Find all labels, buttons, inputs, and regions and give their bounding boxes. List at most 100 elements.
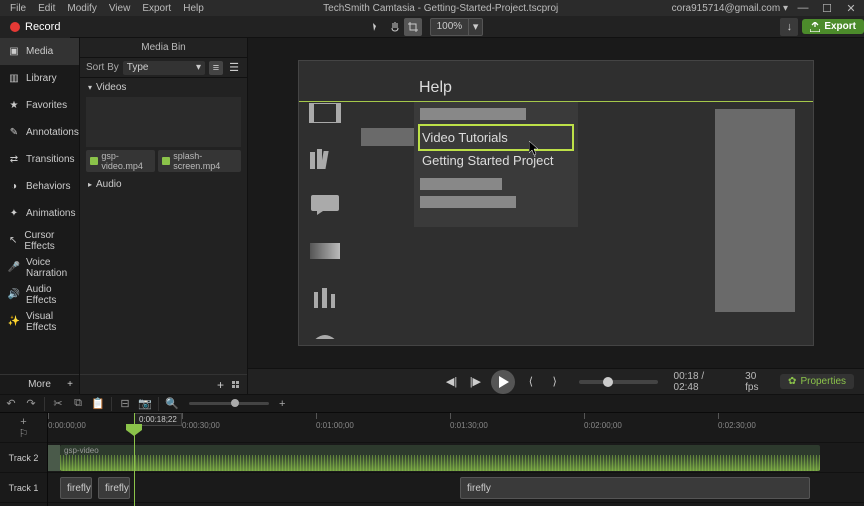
zoom-value: 100% [431, 21, 469, 32]
timeline-toolbar: ↶ ↷ ✂ ⧉ 📋 ⊟ 📷 🔍 + [0, 395, 864, 413]
annotation-clip[interactable]: firefly [98, 477, 130, 499]
books-icon [309, 147, 341, 171]
camera-button[interactable]: 📷 [138, 397, 152, 411]
zoom-to-fit-button[interactable]: 🔍 [165, 397, 179, 411]
view-grid-button[interactable] [232, 381, 239, 388]
sidebar-item-annotations[interactable]: ✎ Annotations [0, 119, 79, 146]
canvas[interactable]: Help Video Tutorials Getting Started Pro… [298, 60, 814, 346]
sidebar-item-voice-narration[interactable]: 🎤 Voice Narration [0, 254, 79, 281]
prev-frame-button[interactable]: ◀| [444, 374, 460, 390]
playback-fps[interactable]: 30 fps [745, 371, 772, 393]
view-list-button[interactable]: ☰ [227, 61, 241, 75]
download-button[interactable]: ↓ [780, 18, 798, 36]
next-frame-button[interactable]: ⟩ [547, 374, 563, 390]
media-file[interactable]: splash-screen.mp4 [158, 150, 241, 172]
edit-tool-button[interactable] [368, 18, 386, 36]
menu-view[interactable]: View [103, 3, 137, 14]
cut-button[interactable]: ✂ [51, 397, 65, 411]
redo-button[interactable]: ↷ [24, 397, 38, 411]
slider-thumb[interactable] [231, 399, 239, 407]
media-thumbnail[interactable] [86, 97, 241, 147]
media-bin-sort: Sort By Type ▾ ≡ ☰ [80, 58, 247, 78]
help-menu-getting-started[interactable]: Getting Started Project [420, 149, 572, 172]
split-button[interactable]: ⊟ [118, 397, 132, 411]
undo-button[interactable]: ↶ [4, 397, 18, 411]
timeline-track[interactable]: gsp-video [48, 443, 864, 473]
menu-help[interactable]: Help [177, 3, 210, 14]
marker-button[interactable]: ⚐ [17, 428, 31, 438]
maximize-icon[interactable]: ☐ [818, 1, 836, 15]
playback-bar: ◀| |▶ ⟨ ⟩ 00:18 / 02:48 30 fps ✿ Propert… [248, 368, 864, 394]
media-file[interactable]: gsp-video.mp4 [86, 150, 155, 172]
sidebar-more-button[interactable]: More + [0, 374, 79, 394]
audio-waveform [60, 455, 820, 471]
sidebar-item-transitions[interactable]: ⇄ Transitions [0, 146, 79, 173]
clip-stub[interactable] [48, 445, 60, 471]
export-label: Export [824, 21, 856, 32]
add-media-button[interactable]: + [217, 378, 224, 392]
menu-edit[interactable]: Edit [32, 3, 61, 14]
properties-button[interactable]: ✿ Properties [780, 374, 854, 389]
slider-thumb[interactable] [603, 377, 613, 387]
crop-tool-button[interactable] [404, 18, 422, 36]
sidebar-item-media[interactable]: ▣ Media [0, 38, 79, 65]
copy-button[interactable]: ⧉ [71, 397, 85, 411]
sidebar-item-library[interactable]: ▥ Library [0, 65, 79, 92]
export-button[interactable]: Export [802, 19, 864, 34]
close-icon[interactable]: ✕ [842, 1, 860, 15]
sidebar-item-label: Cursor Effects [24, 230, 79, 252]
annotation-clip[interactable]: firefly [60, 477, 92, 499]
play-icon [497, 376, 509, 388]
paste-button[interactable]: 📋 [91, 397, 105, 411]
annotations-icon: ✎ [8, 127, 20, 139]
playback-speed-slider[interactable] [579, 380, 658, 384]
sidebar-item-visual-effects[interactable]: ✨ Visual Effects [0, 308, 79, 335]
zoom-in-button[interactable]: + [279, 398, 285, 410]
video-clip[interactable]: gsp-video [60, 445, 820, 471]
cursor-icon: ↖ [8, 235, 18, 247]
play-button[interactable] [491, 370, 515, 394]
track-header[interactable]: Track 2 [0, 443, 47, 473]
sidebar-item-audio-effects[interactable]: 🔊 Audio Effects [0, 281, 79, 308]
folder-audio[interactable]: ▸Audio [80, 175, 247, 194]
add-track-button[interactable]: + [17, 417, 31, 427]
user-email[interactable]: cora915714@gmail.com ▾ [672, 3, 788, 14]
help-menu-video-tutorials[interactable]: Video Tutorials [420, 126, 572, 149]
chevron-down-icon: ▾ [88, 83, 92, 92]
zoom-dropdown[interactable]: 100% ▾ [430, 18, 484, 36]
timeline-ruler[interactable]: 0:00:00;00 0:00:30;00 0:01:00;00 0:01:30… [48, 413, 864, 443]
record-icon [10, 22, 20, 32]
track-header[interactable]: Track 1 [0, 473, 47, 503]
record-button[interactable]: Record [0, 16, 70, 38]
menu-modify[interactable]: Modify [61, 3, 102, 14]
sort-type-dropdown[interactable]: Type ▾ [123, 61, 205, 75]
view-details-button[interactable]: ≡ [209, 61, 223, 75]
pan-tool-button[interactable] [386, 18, 404, 36]
annotation-clip[interactable]: firefly [460, 477, 810, 499]
timeline-track[interactable]: firefly firefly firefly [48, 473, 864, 503]
canvas-region: Help Video Tutorials Getting Started Pro… [248, 38, 864, 394]
sidebar-item-label: Visual Effects [26, 311, 79, 333]
folder-videos[interactable]: ▾Videos [80, 78, 247, 97]
library-icon: ▥ [8, 73, 20, 85]
menu-placeholder-bar [420, 178, 502, 190]
timeline-zoom-slider[interactable] [189, 402, 269, 405]
step-back-button[interactable]: |▶ [467, 374, 483, 390]
sidebar-item-label: Annotations [26, 127, 79, 138]
toolbar: Record 100% ▾ ↓ Export [0, 16, 864, 38]
sidebar-item-label: Behaviors [26, 181, 70, 192]
timeline-tracks[interactable]: 0:00:00;00 0:00:30;00 0:01:00;00 0:01:30… [48, 413, 864, 506]
menu-file[interactable]: File [4, 3, 32, 14]
gear-icon: ✿ [788, 376, 796, 387]
mouse-cursor-icon [529, 141, 541, 157]
callout-icon [309, 193, 341, 217]
sidebar-item-behaviors[interactable]: ◑ Behaviors [0, 173, 79, 200]
sidebar-item-cursor-effects[interactable]: ↖ Cursor Effects [0, 227, 79, 254]
sidebar-item-favorites[interactable]: ★ Favorites [0, 92, 79, 119]
playhead-handle[interactable] [126, 424, 142, 436]
step-forward-button[interactable]: ⟨ [523, 374, 539, 390]
minimize-icon[interactable]: — [794, 1, 812, 15]
sidebar-item-animations[interactable]: ✦ Animations [0, 200, 79, 227]
menu-export[interactable]: Export [136, 3, 177, 14]
video-file-icon [90, 157, 98, 165]
